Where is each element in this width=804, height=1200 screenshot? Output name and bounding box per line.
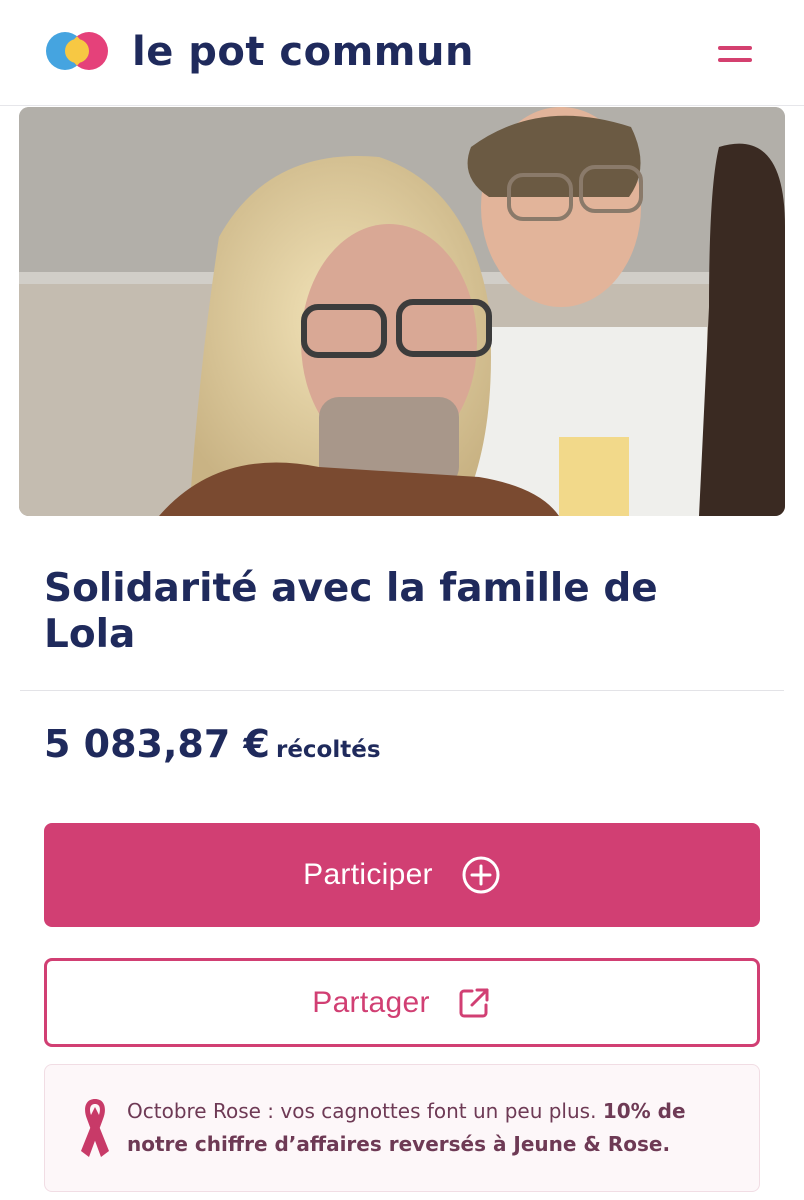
participate-button[interactable]: Participer (44, 823, 760, 927)
octobre-rose-notice: Octobre Rose : vos cagnottes font un peu… (44, 1064, 760, 1192)
external-link-icon (459, 988, 489, 1017)
brand-name[interactable]: le pot commun (132, 26, 474, 78)
amount-value: 5 083,87 € (44, 722, 270, 766)
campaign-photo (19, 107, 785, 516)
hamburger-menu-icon[interactable] (716, 40, 756, 70)
campaign-title: Solidarité avec la famille de Lola (44, 566, 658, 657)
participate-label: Participer (303, 858, 433, 891)
logo-icon[interactable] (44, 30, 112, 72)
share-label: Partager (312, 985, 430, 1019)
pink-ribbon-icon (81, 1099, 109, 1157)
notice-text: Octobre Rose : vos cagnottes font un peu… (127, 1095, 747, 1161)
amount-collected: 5 083,87 € récoltés (44, 722, 381, 774)
share-button[interactable]: Partager (44, 958, 760, 1047)
notice-text-regular: Octobre Rose : vos cagnottes font un peu… (127, 1099, 603, 1123)
amount-suffix: récoltés (275, 737, 381, 763)
divider (20, 690, 784, 691)
plus-circle-icon (462, 856, 500, 894)
header-bar: le pot commun (0, 0, 804, 106)
